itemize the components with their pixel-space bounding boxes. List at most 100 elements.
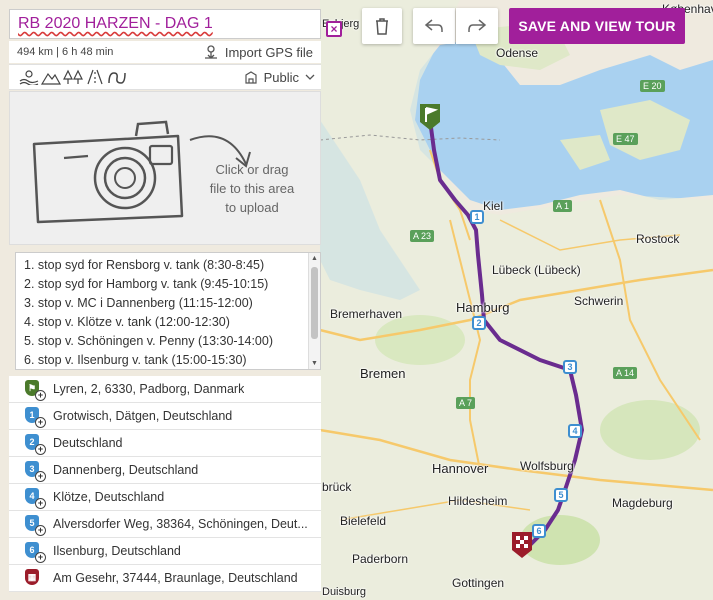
undo-button[interactable] (413, 8, 455, 44)
road-shield-e47: E 47 (613, 133, 638, 145)
water-icon[interactable] (19, 69, 39, 85)
add-waypoint-icon[interactable]: + (35, 552, 46, 563)
finish-flag-icon: ▦ (25, 569, 41, 587)
scroll-down-icon[interactable]: ▼ (311, 360, 318, 367)
road-shield-a14: A 14 (613, 367, 638, 379)
scroll-up-icon[interactable]: ▲ (311, 255, 318, 262)
map-label-bielefeld: Bielefeld (340, 514, 387, 528)
map-label-bremerhaven: Bremerhaven (330, 307, 403, 321)
add-waypoint-icon[interactable]: + (35, 444, 46, 455)
waypoint-row[interactable]: 3 + Dannenberg, Deutschland (9, 457, 321, 484)
map-waypoint-marker-5[interactable]: 5 (554, 488, 568, 505)
road-shield-e20: E 20 (640, 80, 665, 92)
map-waypoint-marker-1[interactable]: 1 (470, 210, 484, 227)
redo-button[interactable] (456, 8, 498, 44)
waypoint-row[interactable]: 1 + Grotwisch, Dätgen, Deutschland (9, 403, 321, 430)
waypoint-address: Lyren, 2, 6330, Padborg, Danmark (53, 382, 245, 396)
scrollbar-thumb[interactable] (311, 267, 318, 339)
map-label-duisburg: Duisburg (322, 586, 367, 598)
map-label-odense: Odense (496, 46, 539, 60)
import-gps-button[interactable]: Import GPS file (203, 44, 313, 60)
tour-description-textarea[interactable]: 1. stop syd for Rensborg v. tank (8:30-8… (15, 252, 321, 370)
map-label-wolfsburg: Wolfsburg (520, 459, 574, 473)
checkered-flag-icon: ▦ (25, 569, 39, 585)
curvy-road-icon[interactable] (107, 69, 127, 85)
road-shield-a7: A 7 (456, 397, 476, 409)
waypoint-row[interactable]: 4 + Klötze, Deutschland (9, 484, 321, 511)
map-label-magdeburg: Magdeburg (612, 496, 673, 510)
map-finish-flag-icon[interactable] (510, 530, 534, 560)
chevron-down-icon (305, 74, 315, 80)
waypoint-address: Klötze, Deutschland (53, 490, 165, 504)
map-label-bremen: Bremen (360, 366, 406, 381)
notes-scrollbar[interactable]: ▲ ▼ (308, 253, 320, 369)
waypoint-address: Grotwisch, Dätgen, Deutschland (53, 409, 233, 423)
tour-editor-panel: RB 2020 HARZEN - DAG 1 × 494 km | 6 h 48… (4, 4, 342, 596)
map-label-kiel: Kiel (483, 199, 504, 213)
waypoint-marker-icon: 6 + (25, 542, 46, 563)
upload-text-line3: to upload (225, 200, 279, 215)
waypoint-row[interactable]: 5 + Alversdorfer Weg, 38364, Schöningen,… (9, 511, 321, 538)
save-and-view-tour-button[interactable]: SAVE AND VIEW TOUR (509, 8, 685, 44)
visibility-label: Public (263, 69, 299, 85)
building-icon (244, 71, 257, 84)
visibility-dropdown[interactable]: Public (244, 70, 315, 85)
add-waypoint-icon[interactable]: + (35, 417, 46, 428)
waypoint-row[interactable]: 6 + Ilsenburg, Deutschland (9, 538, 321, 565)
map-waypoint-marker-3[interactable]: 3 (563, 360, 577, 377)
tour-title[interactable]: RB 2020 HARZEN - DAG 1 (10, 15, 320, 33)
map-label-hamburg: Hamburg (456, 300, 510, 315)
mountain-icon[interactable] (41, 69, 61, 85)
waypoint-address: Am Gesehr, 37444, Braunlage, Deutschland (53, 571, 298, 585)
map-label-paderborn: Paderborn (352, 552, 409, 566)
map-label-bruck: brück (322, 480, 352, 494)
redo-icon (468, 19, 487, 32)
waypoint-row[interactable]: ▦ Am Gesehr, 37444, Braunlage, Deutschla… (9, 565, 321, 592)
add-waypoint-icon[interactable]: + (35, 471, 46, 482)
upload-text-line1: Click or drag (215, 162, 289, 177)
add-waypoint-icon[interactable]: + (35, 498, 46, 509)
waypoint-row[interactable]: 2 + Deutschland (9, 430, 321, 457)
tour-category-row: Public (9, 64, 321, 90)
close-icon[interactable]: × (326, 21, 342, 37)
map-waypoint-marker-2[interactable]: 2 (472, 316, 486, 333)
map-label-schwerin: Schwerin (574, 294, 624, 308)
trash-icon (376, 18, 388, 35)
road-shield-a23: A 23 (410, 230, 435, 242)
map-label-rostock: Rostock (636, 232, 680, 246)
waypoint-list: ⚑ + Lyren, 2, 6330, Padborg, Danmark 1 +… (9, 376, 321, 592)
start-flag-icon: ⚑ + (25, 380, 46, 401)
waypoint-marker-icon: 2 + (25, 434, 46, 455)
tour-title-field[interactable]: RB 2020 HARZEN - DAG 1 (9, 9, 321, 39)
waypoint-address: Deutschland (53, 436, 123, 450)
add-waypoint-icon[interactable]: + (35, 525, 46, 536)
note-line: 6. stop v. Ilsenburg v. tank (15:00-15:3… (24, 353, 247, 367)
map-label-hannover: Hannover (432, 461, 489, 476)
tour-stats: 494 km | 6 h 48 min (17, 46, 114, 58)
gps-import-icon (204, 45, 217, 59)
note-line: 5. stop v. Schöningen v. Penny (13:30-14… (24, 334, 273, 348)
forest-icon[interactable] (63, 69, 83, 85)
map-label-lubeck: Lübeck (Lübeck) (492, 263, 581, 277)
delete-tour-button[interactable] (362, 8, 402, 44)
upload-instructions: Click or drag file to this area to uploa… (202, 160, 302, 217)
map-waypoint-marker-4[interactable]: 4 (568, 424, 582, 441)
photo-upload-dropzone[interactable]: Click or drag file to this area to uploa… (9, 91, 321, 245)
add-waypoint-icon[interactable]: + (35, 390, 46, 401)
waypoint-marker-icon: 4 + (25, 488, 46, 509)
road-shield-a1: A 1 (553, 200, 573, 212)
waypoint-row[interactable]: ⚑ + Lyren, 2, 6330, Padborg, Danmark (9, 376, 321, 403)
note-line: 4. stop v. Klötze v. tank (12:00-12:30) (24, 315, 230, 329)
waypoint-address: Alversdorfer Weg, 38364, Schöningen, Deu… (53, 517, 308, 531)
tour-meta-row: 494 km | 6 h 48 min Import GPS file (9, 41, 321, 63)
waypoint-marker-icon: 5 + (25, 515, 46, 536)
note-line: 3. stop v. MC i Dannenberg (11:15-12:00) (24, 296, 253, 310)
map-waypoint-marker-6[interactable]: 6 (532, 524, 546, 541)
road-icon[interactable] (85, 69, 105, 85)
map-start-flag-icon[interactable] (418, 102, 442, 132)
waypoint-address: Dannenberg, Deutschland (53, 463, 199, 477)
note-line: 2. stop syd for Hamborg v. tank (9:45-10… (24, 277, 269, 291)
waypoint-marker-icon: 3 + (25, 461, 46, 482)
undo-icon (424, 19, 443, 32)
category-icons (19, 69, 127, 85)
